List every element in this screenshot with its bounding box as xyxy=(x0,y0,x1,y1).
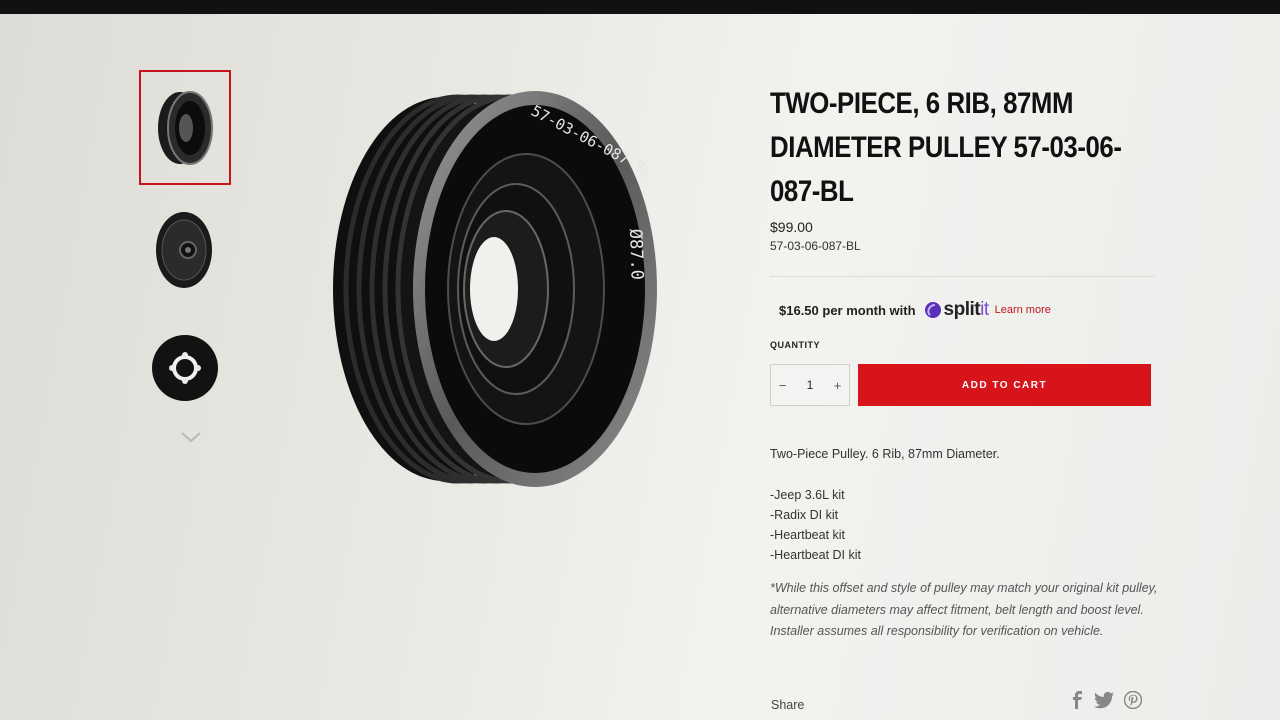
product-page: 57-03-06-087-BL Ø87.0 TWO-PIECE, 6 RIB, … xyxy=(0,14,1280,720)
list-item: -Jeep 3.6L kit xyxy=(770,488,845,502)
quantity-label: QUANTITY xyxy=(770,340,820,350)
quantity-increase-button[interactable]: + xyxy=(826,378,849,393)
chevron-down-icon[interactable] xyxy=(180,430,202,444)
splitit-mark-icon xyxy=(924,302,941,318)
compatible-kits-list: -Jeep 3.6L kit -Radix DI kit -Heartbeat … xyxy=(770,485,861,565)
pulley-side-thumbnail-image xyxy=(158,90,213,165)
engraving-diameter: Ø87.0 xyxy=(625,228,647,280)
financing-row: $16.50 per month with splitit Learn more xyxy=(779,299,1051,321)
thumbnail-1[interactable] xyxy=(139,70,231,185)
list-item: -Heartbeat kit xyxy=(770,528,846,542)
thumbnail-3[interactable] xyxy=(139,310,231,425)
add-to-cart-button[interactable]: ADD TO CART xyxy=(858,364,1151,406)
product-price: $99.00 xyxy=(770,219,813,235)
learn-more-link[interactable]: Learn more xyxy=(995,304,1051,316)
list-item: -Radix DI kit xyxy=(770,508,839,522)
facebook-icon[interactable] xyxy=(1070,691,1084,709)
splitit-wordmark: splitit xyxy=(943,299,990,321)
pinterest-icon[interactable] xyxy=(1124,691,1142,709)
product-description: Two-Piece Pulley. 6 Rib, 87mm Diameter. xyxy=(770,447,1000,461)
main-product-image[interactable]: 57-03-06-087-BL Ø87.0 xyxy=(330,84,670,494)
splitit-logo: splitit xyxy=(924,299,989,321)
share-icons xyxy=(1070,691,1142,709)
monthly-payment-text: $16.50 per month with xyxy=(779,302,916,318)
quantity-input[interactable] xyxy=(794,377,826,393)
quantity-stepper: − + xyxy=(770,364,850,406)
fitment-disclaimer: *While this offset and style of pulley m… xyxy=(770,581,1158,638)
quantity-decrease-button[interactable]: − xyxy=(771,378,794,393)
thumbnail-2[interactable] xyxy=(139,192,231,307)
list-item: -Heartbeat DI kit xyxy=(770,548,862,562)
pulley-front-thumbnail-image xyxy=(152,334,218,401)
splitit-wordmark-split: split xyxy=(943,299,981,320)
share-label: Share xyxy=(771,698,805,712)
splitit-wordmark-it: it xyxy=(980,299,989,320)
product-title: TWO-PIECE, 6 RIB, 87MM DIAMETER PULLEY 5… xyxy=(770,87,1122,208)
pulley-back-thumbnail-image xyxy=(156,211,212,288)
divider xyxy=(770,276,1155,277)
twitter-icon[interactable] xyxy=(1094,691,1114,709)
monitor-bezel-top xyxy=(0,0,1280,14)
product-sku: 57-03-06-087-BL xyxy=(770,239,861,253)
